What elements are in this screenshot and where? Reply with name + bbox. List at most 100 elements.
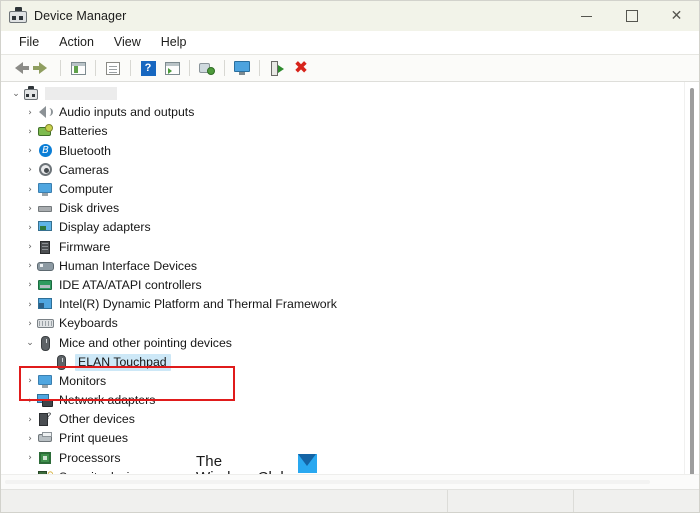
status-bar [1,489,699,512]
chevron-right-icon[interactable]: › [23,146,37,156]
vertical-scrollbar-thumb[interactable] [690,88,694,474]
tree-item-network-adapters[interactable]: › Network adapters [1,391,684,410]
tree-item-print-queues[interactable]: › Print queues [1,429,684,448]
forward-arrow-icon [33,62,47,74]
chevron-right-icon[interactable]: › [23,453,37,463]
chevron-right-icon[interactable]: › [23,127,37,137]
tree-item-label: Other devices [59,412,135,427]
maximize-button[interactable] [609,1,654,31]
chevron-right-icon[interactable]: › [23,165,37,175]
show-hide-console-tree-button[interactable] [66,57,90,79]
tree-item-label: Monitors [59,373,107,388]
back-button[interactable] [7,57,31,79]
tree-item-mice-and-other-pointing-devices[interactable]: ⌄ Mice and other pointing devices [1,333,684,352]
ide-controller-icon [37,278,54,293]
forward-button[interactable] [31,57,55,79]
chevron-right-icon[interactable]: › [23,108,37,118]
horizontal-scrollbar-thumb[interactable] [5,480,650,484]
enable-device-button[interactable] [265,57,289,79]
battery-icon [37,124,54,139]
monitor-icon [37,374,54,389]
keyboard-icon [37,316,54,331]
uninstall-device-icon: ✖ [293,57,309,78]
chevron-right-icon[interactable]: › [23,376,37,386]
chevron-right-icon[interactable]: › [23,223,37,233]
tree-item-audio-inputs-and-outputs[interactable]: › Audio inputs and outputs [1,103,684,122]
tree-item-processors[interactable]: › Processors [1,449,684,468]
tree-item-human-interface-devices[interactable]: › Human Interface Devices [1,257,684,276]
chevron-right-icon[interactable]: › [23,261,37,271]
tree-item-label: Human Interface Devices [59,258,198,273]
chevron-right-icon[interactable]: › [23,396,37,406]
view-button[interactable] [160,57,184,79]
scan-for-hardware-changes-button[interactable] [195,57,219,79]
menu-file[interactable]: File [9,32,49,52]
redacted-computer-name [45,87,117,101]
tree-item-ide-ata-atapi-controllers[interactable]: › IDE ATA/ATAPI controllers [1,276,684,295]
watermark-line2: WindowsClub [196,470,289,475]
minimize-button[interactable] [564,1,609,31]
tree-item-label: Processors [59,450,121,465]
tree-item-label: Keyboards [59,316,118,331]
menu-view[interactable]: View [104,32,151,52]
window-title: Device Manager [34,9,127,23]
tree-item-firmware[interactable]: › Firmware [1,238,684,257]
menu-help[interactable]: Help [151,32,197,52]
horizontal-scrollbar[interactable] [1,474,699,489]
mouse-icon [37,335,54,351]
tree-item-label: Print queues [59,431,129,446]
close-button[interactable]: ✕ [654,1,699,31]
update-driver-button[interactable] [230,57,254,79]
uninstall-device-button[interactable]: ✖ [289,57,313,79]
help-button[interactable]: ? [136,57,160,79]
chevron-right-icon[interactable]: › [23,319,37,329]
windowsclub-logo-icon [297,454,317,473]
chevron-down-icon[interactable]: ⌄ [9,89,23,99]
chevron-down-icon[interactable]: ⌄ [23,338,37,348]
tree-item-computer[interactable]: › Computer [1,180,684,199]
tree-item-label: Display adapters [59,220,151,235]
close-icon: ✕ [670,8,683,24]
device-manager-icon [9,7,27,25]
tree-item-keyboards[interactable]: › Keyboards [1,314,684,333]
tree-item-label: Computer [59,182,113,197]
chevron-right-icon[interactable]: › [23,242,37,252]
console-tree-icon [70,61,86,75]
menu-action[interactable]: Action [49,32,104,52]
tree-item-disk-drives[interactable]: › Disk drives [1,199,684,218]
tree-item-other-devices[interactable]: › Other devices [1,410,684,429]
tree-item-batteries[interactable]: › Batteries [1,122,684,141]
tree-item-label: Mice and other pointing devices [59,335,232,350]
unknown-device-icon [37,412,54,427]
chevron-right-icon[interactable]: › [23,204,37,214]
speaker-icon [37,105,54,120]
tree-item-intel-dynamic-platform[interactable]: › Intel(R) Dynamic Platform and Thermal … [1,295,684,314]
tree-item-label: Bluetooth [59,143,111,158]
computer-icon [23,86,40,101]
minimize-icon [581,15,592,17]
chevron-right-icon[interactable]: › [23,185,37,195]
device-tree[interactable]: ⌄ › Audio inputs and outputs › Batteries [1,82,684,474]
update-driver-icon [234,61,250,75]
status-pane-2 [447,490,573,512]
properties-button[interactable] [101,57,125,79]
tree-item-elan-touchpad[interactable]: ELAN Touchpad [1,353,684,372]
chevron-right-icon[interactable]: › [23,280,37,290]
tree-root-node[interactable]: ⌄ [1,84,684,103]
maximize-icon [625,10,638,22]
tree-item-monitors[interactable]: › Monitors [1,372,684,391]
vertical-scrollbar[interactable] [684,82,699,474]
toolbar-separator [130,60,131,76]
toolbar-separator [224,60,225,76]
window-controls: ✕ [564,1,699,31]
chevron-right-icon[interactable]: › [23,434,37,444]
tree-item-label: Intel(R) Dynamic Platform and Thermal Fr… [59,297,337,312]
tree-item-display-adapters[interactable]: › Display adapters [1,218,684,237]
tree-item-bluetooth[interactable]: › B Bluetooth [1,142,684,161]
chevron-right-icon[interactable]: › [23,300,37,310]
help-icon: ? [140,60,156,76]
tree-item-cameras[interactable]: › Cameras [1,161,684,180]
bluetooth-icon: B [37,143,54,159]
chevron-right-icon[interactable]: › [23,415,37,425]
network-adapter-icon [37,393,54,408]
